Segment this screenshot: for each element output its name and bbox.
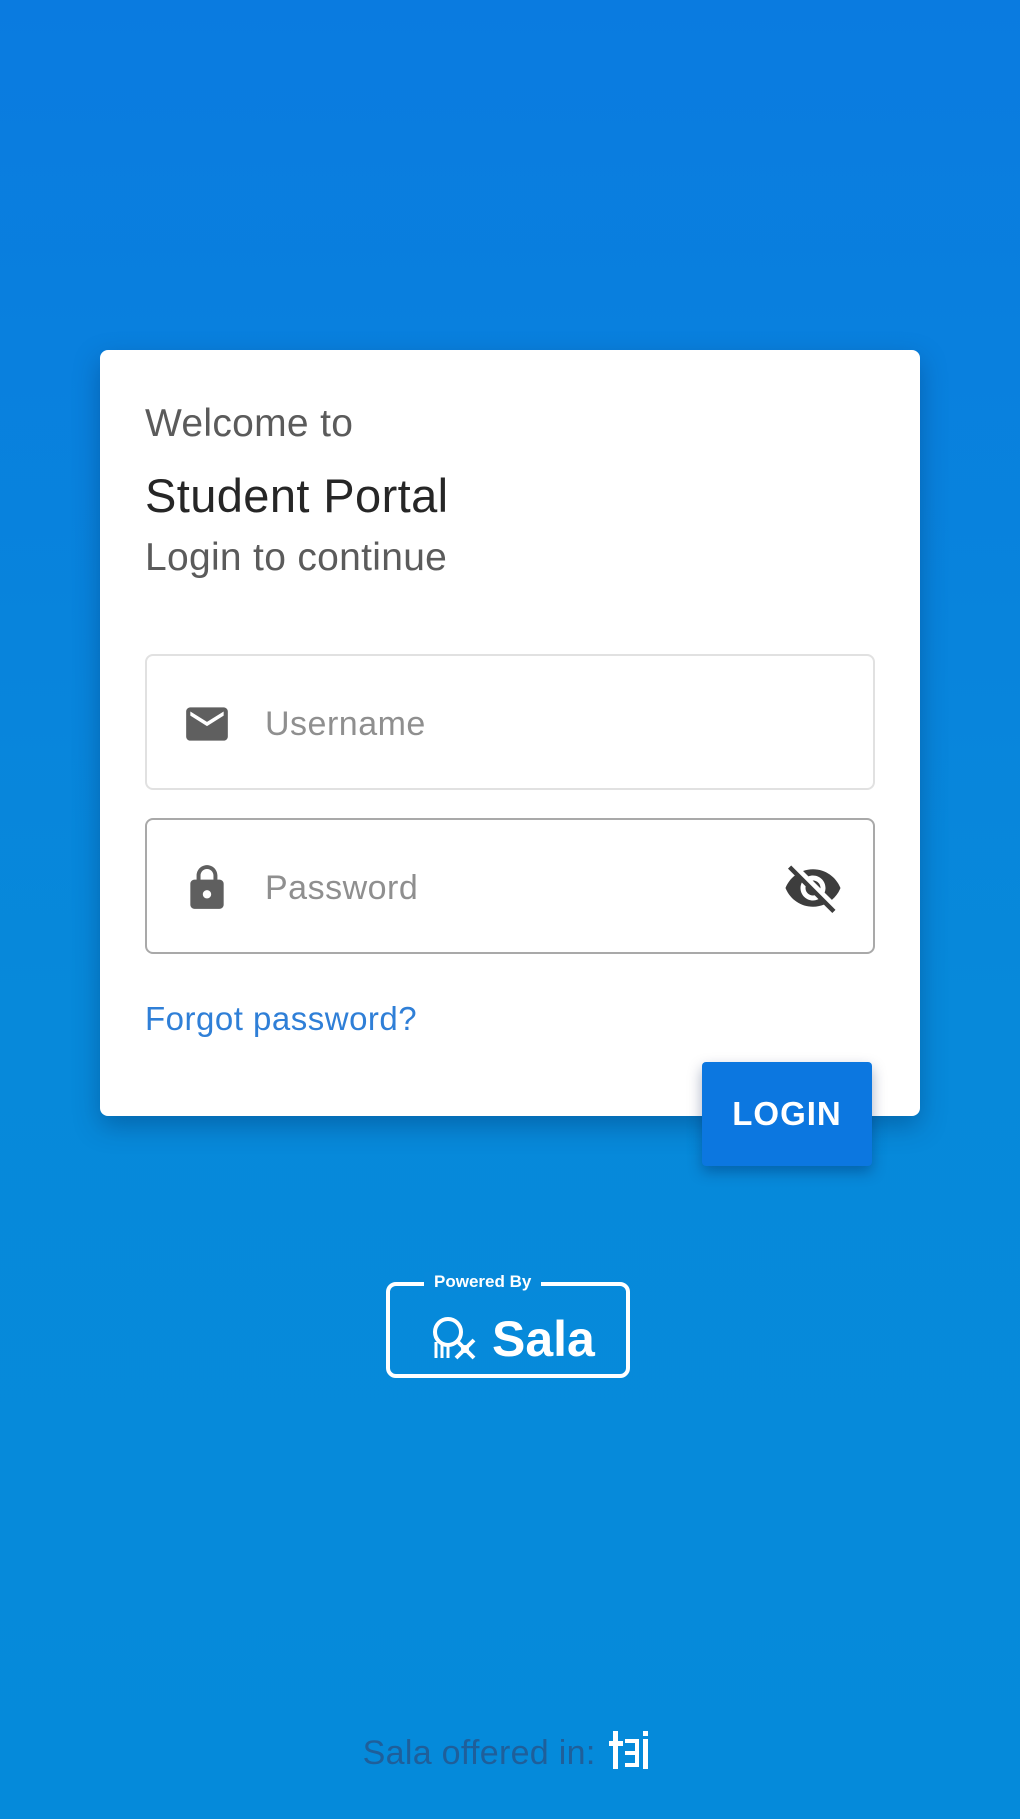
powered-by-badge: Powered By Sala bbox=[384, 1272, 636, 1382]
password-field[interactable] bbox=[145, 818, 875, 954]
username-input[interactable] bbox=[265, 694, 745, 754]
lock-icon bbox=[190, 865, 224, 909]
powered-by-label: Powered By bbox=[424, 1272, 542, 1292]
sala-logo-icon bbox=[433, 1317, 476, 1360]
forgot-password-link[interactable]: Forgot password? bbox=[145, 1000, 417, 1038]
portal-title: Student Portal bbox=[145, 469, 449, 522]
tgi-logo-icon bbox=[609, 1731, 649, 1770]
password-input[interactable] bbox=[265, 858, 745, 918]
login-button[interactable]: LOGIN bbox=[702, 1062, 872, 1166]
brand-name: Sala bbox=[492, 1311, 595, 1367]
login-subtitle: Login to continue bbox=[145, 536, 448, 579]
eye-off-icon[interactable] bbox=[783, 858, 843, 918]
username-field[interactable] bbox=[145, 654, 875, 790]
mail-icon bbox=[186, 707, 228, 741]
login-card: Welcome to Student Portal Login to conti… bbox=[100, 350, 920, 1116]
footer-text: Sala offered in: bbox=[362, 1734, 596, 1772]
footer: Sala offered in: bbox=[0, 1728, 1020, 1778]
welcome-text: Welcome to bbox=[145, 402, 354, 445]
